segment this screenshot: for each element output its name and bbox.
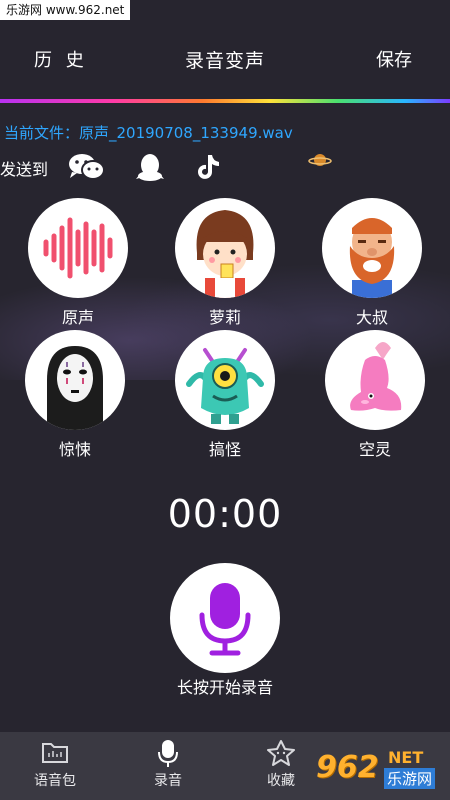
planet-icon bbox=[308, 152, 332, 168]
wechat-icon[interactable] bbox=[68, 152, 105, 182]
watermark-net: NET bbox=[388, 748, 424, 767]
share-label: 发送到 bbox=[0, 160, 49, 179]
voice-option-original[interactable]: 原声 bbox=[23, 198, 133, 328]
nav-item-voice-pack[interactable]: 语音包 bbox=[15, 738, 95, 790]
record-hint: 长按开始录音 bbox=[176, 678, 273, 697]
voice-label: 萝莉 bbox=[208, 308, 241, 327]
bearded-man-avatar-icon bbox=[322, 198, 422, 298]
tiktok-icon[interactable] bbox=[194, 152, 230, 182]
site-watermark: 乐游网 www.962.net bbox=[0, 0, 131, 20]
voice-option-horror[interactable]: 惊悚 bbox=[20, 330, 130, 460]
current-file-label: 当前文件：原声_20190708_133949.wav bbox=[4, 124, 293, 142]
star-icon bbox=[261, 738, 301, 768]
rainbow-divider bbox=[0, 99, 450, 103]
record-button[interactable] bbox=[170, 563, 280, 673]
voice-label: 搞怪 bbox=[208, 440, 241, 459]
microphone-icon bbox=[199, 583, 251, 656]
recording-timer: 00:00 bbox=[167, 492, 283, 536]
pink-fish-icon bbox=[325, 330, 425, 430]
sound-wave-icon bbox=[28, 198, 128, 298]
nav-label: 收藏 bbox=[267, 773, 295, 789]
no-face-mask-icon bbox=[25, 330, 125, 430]
voice-option-ethereal[interactable]: 空灵 bbox=[320, 330, 430, 460]
save-button[interactable]: 保存 bbox=[376, 46, 412, 72]
nav-item-favorites[interactable]: 收藏 bbox=[241, 738, 321, 790]
nav-label: 语音包 bbox=[34, 773, 76, 789]
one-eyed-monster-icon bbox=[175, 330, 275, 430]
nav-label: 录音 bbox=[154, 773, 182, 789]
microphone-icon bbox=[148, 738, 188, 768]
qq-icon[interactable] bbox=[134, 152, 170, 182]
site-logo-watermark: 962 NET 乐游网 bbox=[310, 748, 444, 790]
voice-label: 原声 bbox=[61, 308, 94, 327]
watermark-cn: 乐游网 bbox=[384, 768, 436, 789]
voice-label: 惊悚 bbox=[58, 440, 91, 459]
voice-label: 空灵 bbox=[358, 440, 391, 459]
voice-option-loli[interactable]: 萝莉 bbox=[170, 198, 280, 328]
voice-label: 大叔 bbox=[355, 308, 388, 327]
share-row: 发送到 bbox=[0, 152, 450, 182]
voice-option-uncle[interactable]: 大叔 bbox=[317, 198, 427, 328]
folder-icon bbox=[35, 738, 75, 768]
app-header: 历 史 录音变声 保存 bbox=[0, 40, 450, 80]
watermark-number: 962 bbox=[316, 750, 379, 785]
girl-avatar-icon bbox=[175, 198, 275, 298]
voice-option-funny[interactable]: 搞怪 bbox=[170, 330, 280, 460]
nav-item-record[interactable]: 录音 bbox=[128, 738, 208, 790]
